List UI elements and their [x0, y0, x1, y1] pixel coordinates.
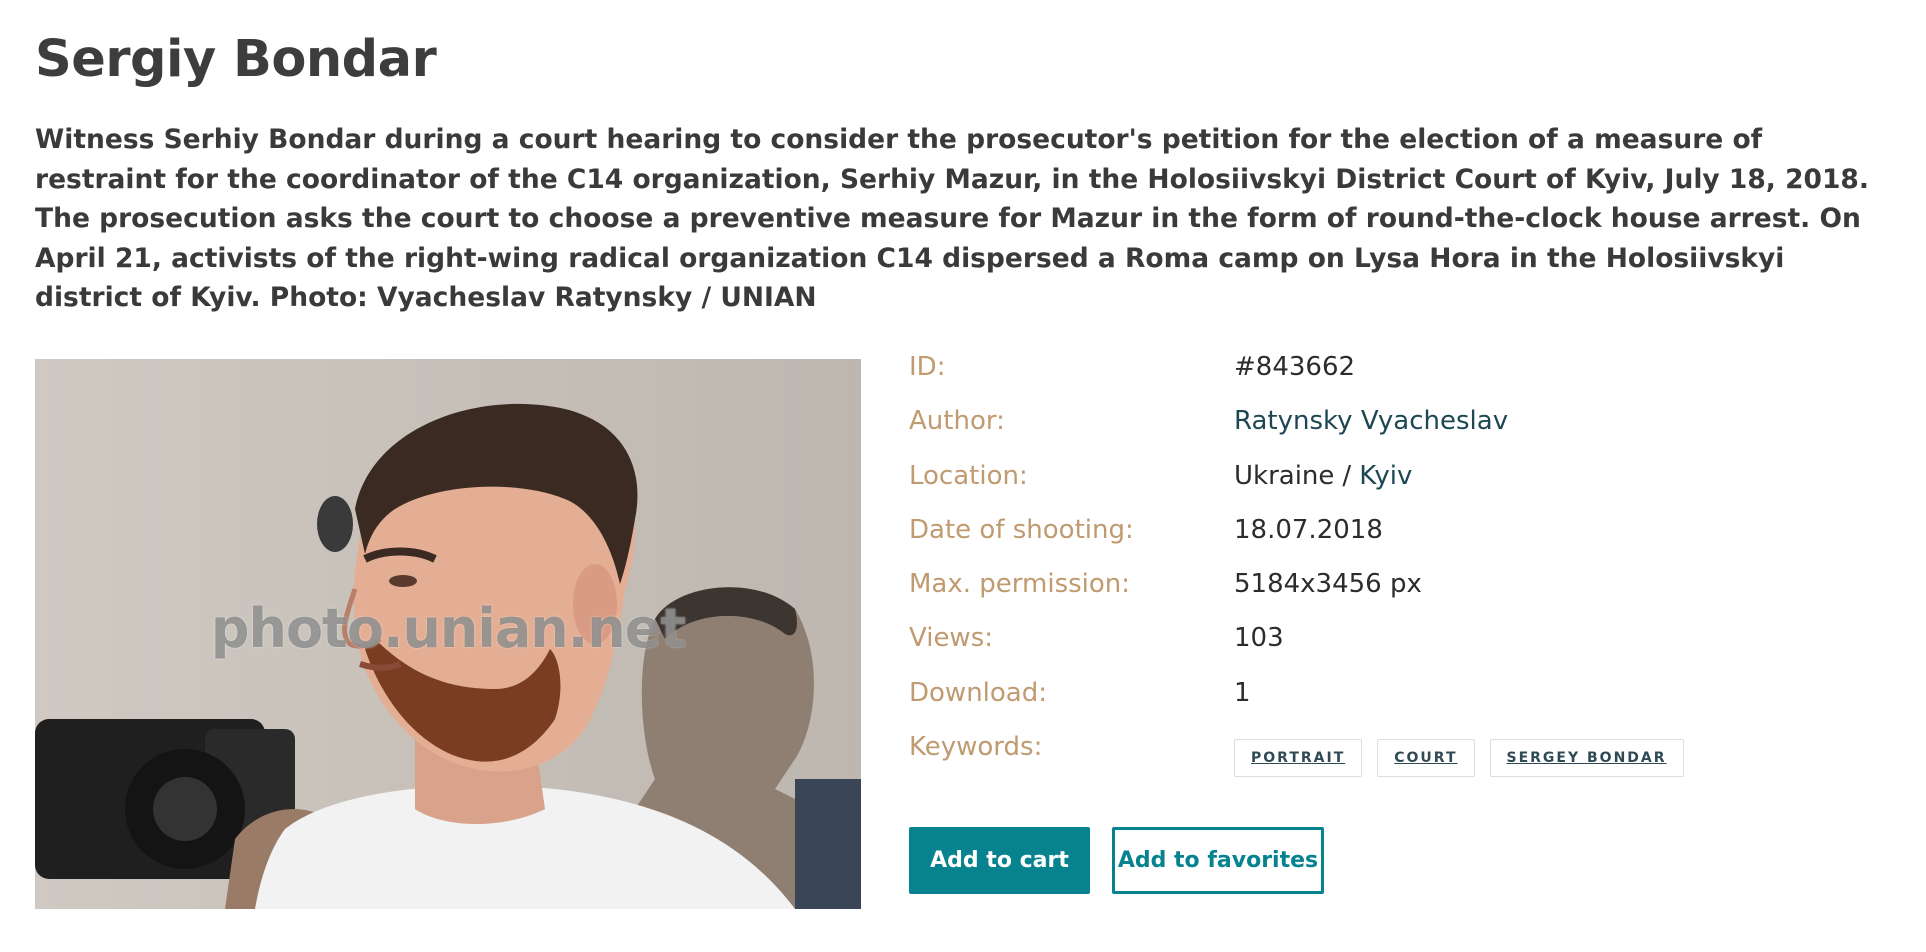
meta-row-downloads: Download: 1 [909, 678, 1889, 732]
meta-row-id: ID: #843662 [909, 352, 1889, 406]
resolution-label: Max. permission: [909, 569, 1131, 600]
keyword-tag-court[interactable]: COURT [1377, 739, 1475, 777]
keyword-tag-sergey-bondar[interactable]: SERGEY BONDAR [1489, 739, 1684, 777]
date-label: Date of shooting: [909, 514, 1134, 545]
add-to-favorites-button[interactable]: Add to favorites [1112, 827, 1324, 894]
keywords-label: Keywords: [909, 732, 1043, 763]
page-title: Sergiy Bondar [35, 30, 437, 89]
views-label: Views: [909, 623, 994, 654]
downloads-label: Download: [909, 677, 1047, 708]
meta-row-views: Views: 103 [909, 623, 1889, 677]
photo-watermark: photo.unian.net [210, 597, 686, 660]
keyword-tags: PORTRAIT COURT SERGEY BONDAR [1234, 739, 1684, 777]
id-value: #843662 [1234, 352, 1356, 382]
add-to-cart-button[interactable]: Add to cart [909, 827, 1090, 894]
author-label: Author: [909, 406, 1005, 437]
date-value: 18.07.2018 [1234, 514, 1383, 545]
meta-row-author: Author: Ratynsky Vyacheslav [909, 406, 1889, 460]
id-label: ID: [909, 352, 946, 382]
meta-row-location: Location: Ukraine / Kyiv [909, 461, 1889, 515]
views-value: 103 [1234, 623, 1284, 654]
author-link[interactable]: Ratynsky Vyacheslav [1234, 406, 1508, 436]
keyword-tag-portrait[interactable]: PORTRAIT [1234, 739, 1363, 777]
location-separator: / [1342, 460, 1352, 491]
downloads-value: 1 [1234, 677, 1251, 708]
location-country: Ukraine [1234, 460, 1335, 491]
photo-metadata: ID: #843662 Author: Ratynsky Vyacheslav … [909, 352, 1889, 786]
photo-preview[interactable]: photo.unian.net [35, 359, 861, 909]
location-city-link[interactable]: Kyiv [1359, 461, 1412, 491]
photo-caption: Witness Serhiy Bondar during a court hea… [35, 124, 1869, 313]
meta-row-date: Date of shooting: 18.07.2018 [909, 515, 1889, 569]
location-label: Location: [909, 460, 1028, 491]
meta-row-resolution: Max. permission: 5184x3456 px [909, 569, 1889, 623]
resolution-value: 5184x3456 px [1234, 569, 1422, 600]
location-value: Ukraine / Kyiv [1234, 461, 1412, 491]
